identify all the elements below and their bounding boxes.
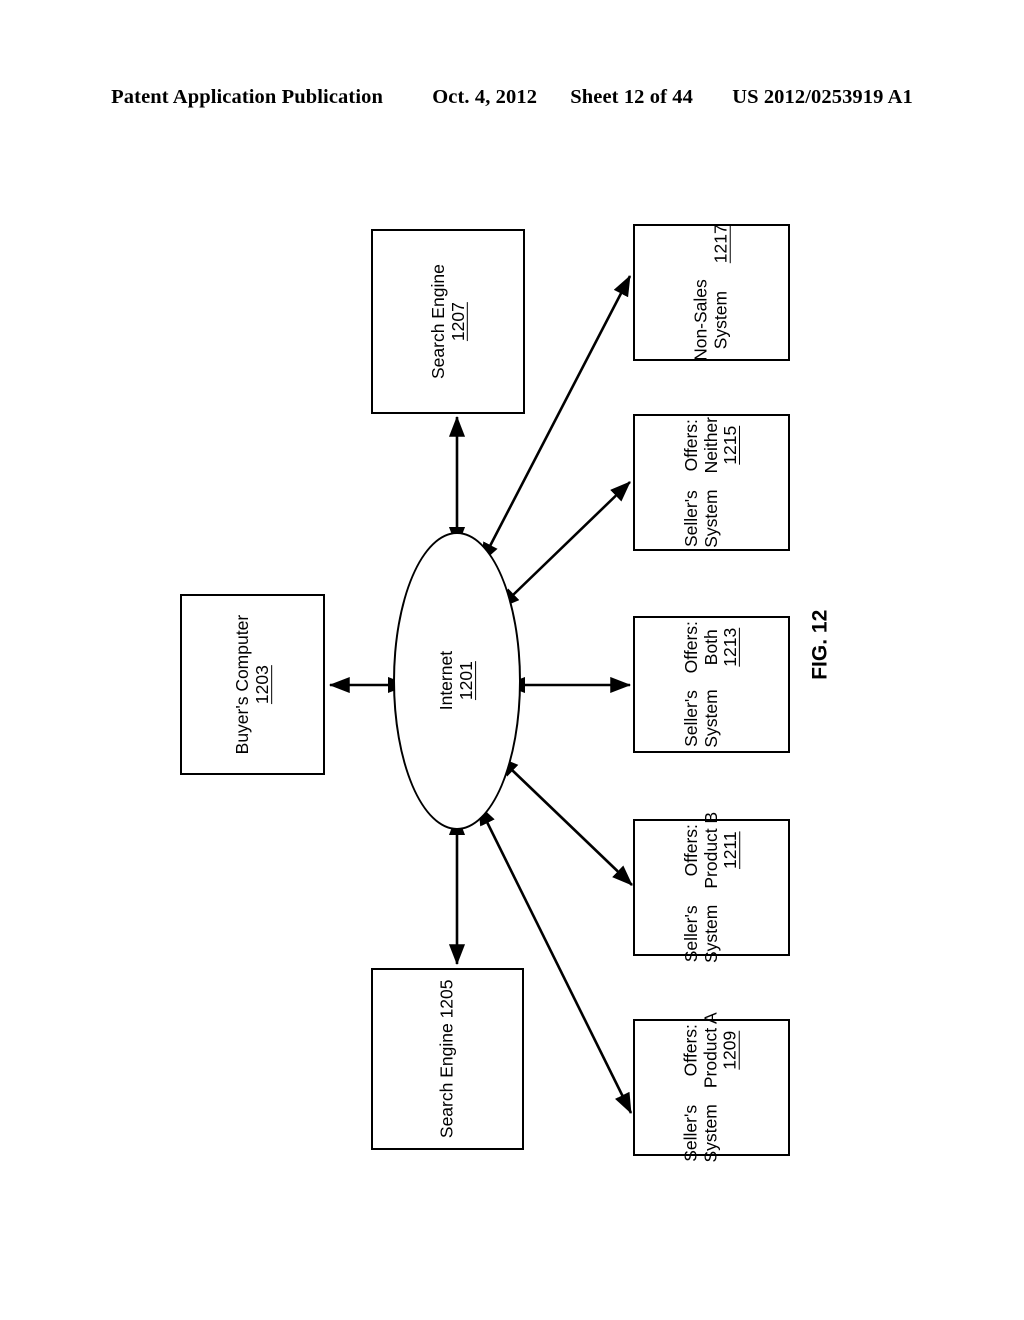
node-1217-title: Non-Sales System	[690, 279, 731, 361]
node-non-sales-system-1217[interactable]: Non-Sales System 1217	[633, 224, 790, 361]
node-buyers-computer-1203[interactable]: Buyer's Computer 1203	[180, 594, 325, 775]
node-1217-ref: 1217	[710, 224, 731, 264]
node-sellers-system-1215[interactable]: Seller's System Offers: Neither 1215	[633, 414, 790, 551]
node-1209-detail: Offers: Product A 1209	[681, 1012, 741, 1089]
node-1209-detail-value: Product A	[700, 1012, 721, 1089]
connector-internet-to-sellers-system-1211	[497, 756, 633, 886]
node-1213-title: Seller's System	[681, 689, 721, 748]
node-1207-ref: 1207	[447, 302, 467, 341]
node-1215-title: Seller's System	[681, 489, 721, 548]
node-1201-ref: 1201	[455, 661, 476, 701]
node-sellers-system-1213[interactable]: Seller's System Offers: Both 1213	[633, 616, 790, 753]
node-1215-ref: 1215	[720, 425, 741, 465]
node-1209-title-line2: System	[700, 1104, 721, 1163]
node-1211-title: Seller's System	[681, 904, 721, 964]
node-1201-label: Internet 1201	[436, 651, 476, 711]
node-1213-label: Seller's System Offers: Both 1213	[681, 621, 741, 748]
node-1217-title-line1: Non-Sales	[690, 279, 711, 361]
node-1217-title-line2: System	[710, 290, 731, 350]
node-search-engine-1207[interactable]: Search Engine 1207	[371, 229, 525, 414]
patent-figure: Search Engine 1207 Buyer's Computer 1203…	[0, 0, 1024, 1320]
node-1205-title: Search Engine 1205	[436, 979, 457, 1139]
node-1215-detail-label: Offers:	[681, 419, 702, 472]
node-1215-detail: Offers: Neither 1215	[681, 417, 741, 474]
node-1205-label: Search Engine 1205	[436, 979, 458, 1139]
node-sellers-system-1211[interactable]: Seller's System Offers: Product B 1211	[633, 812, 790, 963]
node-1213-detail-label: Offers:	[681, 621, 702, 674]
node-1209-title: Seller's System	[681, 1104, 721, 1163]
node-1213-title-line1: Seller's	[681, 690, 702, 748]
node-1211-label: Seller's System Offers: Product B 1211	[681, 811, 741, 964]
node-1211-detail: Offers: Product B 1211	[681, 811, 741, 889]
node-1215-title-line1: Seller's	[681, 490, 702, 548]
node-1215-label: Seller's System Offers: Neither 1215	[681, 417, 741, 548]
node-1213-detail-value: Both	[700, 629, 721, 666]
node-internet-1201[interactable]: Internet 1201	[393, 532, 521, 830]
node-1209-label: Seller's System Offers: Product A 1209	[681, 1012, 741, 1163]
node-1217-label: Non-Sales System 1217	[690, 224, 731, 361]
node-search-engine-1205[interactable]: Search Engine 1205	[371, 968, 524, 1150]
node-1209-detail-label: Offers:	[681, 1024, 702, 1077]
figure-caption-text: FIG. 12	[808, 609, 832, 681]
node-1211-title-line2: System	[700, 904, 721, 964]
node-1211-detail-value: Product B	[700, 811, 721, 889]
node-1211-detail-label: Offers:	[681, 824, 702, 877]
node-1207-title: Search Engine	[427, 264, 448, 379]
node-1201-title: Internet	[436, 651, 457, 711]
node-1209-title-line1: Seller's	[681, 1105, 702, 1162]
node-1217-ref-col: 1217	[692, 224, 731, 263]
node-1211-ref: 1211	[720, 831, 741, 870]
node-1207-label: Search Engine 1207	[427, 264, 467, 379]
node-1203-label: Buyer's Computer 1203	[231, 614, 272, 755]
node-1203-title: Buyer's Computer	[231, 614, 252, 755]
figure-caption: FIG. 12	[770, 590, 870, 700]
node-1213-title-line2: System	[700, 689, 721, 748]
node-sellers-system-1209[interactable]: Seller's System Offers: Product A 1209	[633, 1012, 790, 1163]
node-1203-ref: 1203	[251, 665, 272, 704]
node-1215-detail-value: Neither	[700, 417, 721, 474]
node-1215-title-line2: System	[700, 489, 721, 548]
node-1213-detail: Offers: Both 1213	[681, 621, 741, 674]
node-1213-ref: 1213	[720, 627, 741, 667]
node-1209-ref: 1209	[720, 1030, 741, 1070]
connector-internet-to-sellers-system-1215	[498, 481, 631, 609]
node-1211-title-line1: Seller's	[681, 905, 702, 963]
